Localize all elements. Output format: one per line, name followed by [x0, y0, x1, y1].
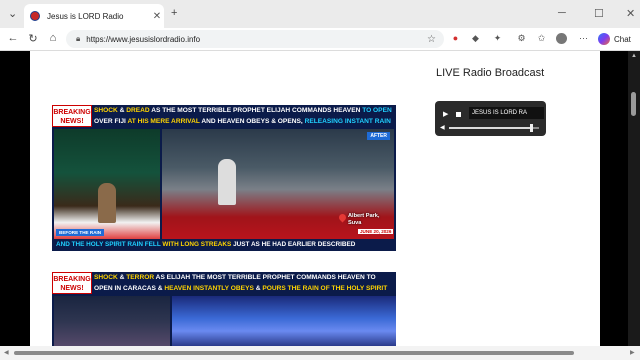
live-radio-heading: LIVE Radio Broadcast	[436, 67, 545, 79]
news-post[interactable]: BREAKING NEWS! SHOCK & DREAD AS THE MOST…	[52, 105, 396, 251]
tab-strip: ⌄ Jesus is LORD Radio ✕ + ─ ☐ ✕	[0, 0, 640, 28]
after-label: AFTER	[367, 132, 390, 140]
badge-line: NEWS!	[60, 285, 84, 292]
badge-line: BREAKING	[53, 276, 91, 283]
volume-slider[interactable]	[449, 124, 539, 132]
headline-part: POURS THE RAIN OF THE HOLY SPIRIT	[262, 285, 388, 292]
headline-part: RELEASING INSTANT RAIN	[304, 118, 391, 125]
headline-part: HEAVEN INSTANTLY OBEYS	[164, 285, 254, 292]
caption-part: WITH LONG STREAKS	[160, 241, 232, 248]
badge-line: NEWS!	[60, 118, 84, 125]
scroll-left-icon[interactable]: ◀	[4, 349, 9, 356]
horizontal-scrollbar[interactable]: ◀ ▶	[0, 346, 640, 360]
horizontal-scroll-thumb[interactable]	[14, 351, 574, 355]
headline-part: AS THE MOST TERRIBLE PROPHET ELIJAH COMM…	[149, 107, 363, 114]
headline-part: TO OPEN	[362, 107, 392, 114]
scroll-right-icon[interactable]: ▶	[630, 349, 635, 356]
favorite-star-icon[interactable]: ☆	[427, 34, 436, 45]
browser-window: ⌄ Jesus is LORD Radio ✕ + ─ ☐ ✕ ← ↻ ⌂ 🔒︎…	[0, 0, 640, 360]
news-headline[interactable]: SHOCK & DREAD AS THE MOST TERRIBLE PROPH…	[94, 105, 396, 127]
play-icon[interactable]: ▶	[443, 110, 448, 118]
news-post[interactable]: BREAKING NEWS! SHOCK & TERROR AS ELIJAH …	[52, 272, 396, 346]
opera-extension-icon[interactable]: ●	[450, 33, 461, 44]
site-favicon-icon	[30, 11, 40, 21]
headline-part: DREAD	[126, 107, 150, 114]
caption-part: JUST AS HE HAD EARLIER DESCRIBED	[231, 241, 356, 248]
copilot-label: Chat	[614, 34, 631, 44]
page-viewport: LIVE Radio Broadcast ▶ JESUS IS LORD RA …	[0, 51, 640, 346]
stop-icon[interactable]	[456, 112, 461, 117]
news-caption: AND THE HOLY SPIRIT RAIN FELL WITH LONG …	[54, 239, 394, 250]
headline-part: SHOCK	[94, 274, 118, 281]
headline-part: &	[117, 274, 127, 281]
photo-crowd[interactable]	[54, 296, 170, 346]
volume-icon[interactable]: ◀	[440, 124, 445, 131]
headline-part: &	[117, 107, 127, 114]
breaking-news-badge: BREAKING NEWS!	[52, 272, 92, 294]
location-pin-icon	[337, 212, 348, 223]
tab-active[interactable]: Jesus is LORD Radio ✕	[24, 4, 164, 28]
location-label: Albert Park, Suva	[348, 213, 379, 227]
page-content: LIVE Radio Broadcast ▶ JESUS IS LORD RA …	[30, 51, 600, 346]
prophet-figure	[98, 183, 116, 223]
shield-extension-icon[interactable]: ◆	[470, 33, 481, 44]
maximize-icon[interactable]: ☐	[594, 7, 604, 20]
back-arrow-icon[interactable]: ←	[6, 32, 20, 44]
location-line: Albert Park,	[348, 213, 380, 219]
window-close-icon[interactable]: ✕	[626, 7, 635, 20]
location-line: Suva	[348, 220, 362, 226]
volume-knob[interactable]	[529, 124, 533, 132]
url-text[interactable]: https://www.jesusislordradio.info	[86, 35, 427, 44]
station-display: JESUS IS LORD RA	[469, 107, 544, 119]
badge-line: BREAKING	[53, 109, 91, 116]
photo-before-rain[interactable]: BEFORE THE RAIN	[54, 129, 160, 239]
photo-rain-crowd[interactable]	[172, 296, 396, 346]
scroll-up-icon[interactable]: ▲	[631, 53, 637, 59]
breaking-news-badge: BREAKING NEWS!	[52, 105, 92, 127]
headline-part: AT HIS MERE ARRIVAL	[127, 118, 200, 125]
date-label: JUNE 20, 2026	[358, 229, 394, 234]
photo-after-rain[interactable]: AFTER Albert Park, Suva JUNE 20, 2026	[162, 129, 394, 239]
tab-actions-chevron-icon[interactable]: ⌄	[8, 7, 17, 20]
reading-mode-icon[interactable]: ⚙	[516, 33, 527, 44]
browser-toolbar: ← ↻ ⌂ 🔒︎ https://www.jesusislordradio.in…	[0, 28, 640, 51]
tab-title: Jesus is LORD Radio	[47, 11, 124, 21]
address-bar[interactable]: 🔒︎ https://www.jesusislordradio.info ☆	[66, 30, 444, 48]
puzzle-extension-icon[interactable]: ✦	[492, 33, 503, 44]
home-icon[interactable]: ⌂	[46, 32, 60, 44]
vertical-scroll-thumb[interactable]	[631, 92, 636, 116]
lock-icon[interactable]: 🔒︎	[76, 34, 80, 44]
more-menu-icon[interactable]: ⋯	[578, 33, 589, 44]
headline-part: AND HEAVEN OBEYS & OPENS,	[199, 118, 305, 125]
copilot-chat-button[interactable]: Chat	[598, 31, 636, 47]
volume-fill	[449, 127, 532, 129]
tab-close-icon[interactable]: ✕	[150, 11, 164, 22]
caption-part: AND THE HOLY SPIRIT RAIN FELL	[56, 241, 161, 248]
headline-part: SHOCK	[94, 107, 118, 114]
favorites-icon[interactable]: ✩	[536, 33, 547, 44]
profile-avatar-icon[interactable]	[556, 33, 567, 44]
minimize-icon[interactable]: ─	[558, 7, 566, 19]
prophet-figure	[218, 159, 236, 205]
vertical-scrollbar[interactable]: ▲	[628, 51, 640, 346]
headline-part: OVER FIJI	[94, 118, 128, 125]
before-label: BEFORE THE RAIN	[56, 229, 105, 236]
news-headline[interactable]: SHOCK & TERROR AS ELIJAH THE MOST TERRIB…	[94, 272, 396, 294]
horizontal-scroll-track[interactable]	[14, 350, 626, 356]
new-tab-button[interactable]: +	[171, 7, 177, 19]
headline-part: TERROR	[126, 274, 155, 281]
refresh-icon[interactable]: ↻	[26, 32, 40, 45]
copilot-icon	[598, 33, 610, 45]
audio-player[interactable]: ▶ JESUS IS LORD RA ◀	[435, 101, 546, 136]
